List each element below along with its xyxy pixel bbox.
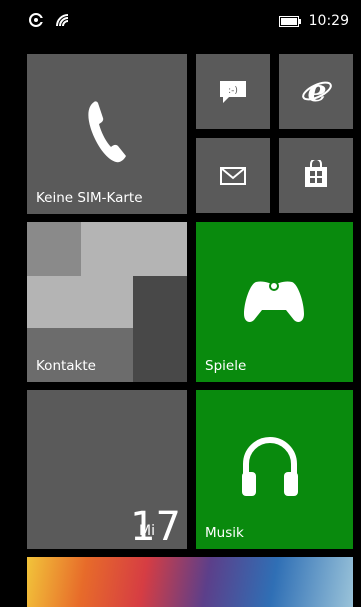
svg-text::-): :-) [228, 86, 238, 96]
status-bar: 10:29 [0, 0, 361, 44]
games-tile-label: Spiele [205, 358, 247, 374]
messaging-icon: :-) [220, 81, 246, 103]
contacts-tile-label: Kontakte [36, 358, 96, 374]
internet-explorer-icon: e [302, 76, 332, 106]
phone-tile-label: Keine SIM-Karte [36, 190, 143, 206]
internet-explorer-tile[interactable]: e [279, 54, 353, 129]
battery-icon [278, 15, 301, 27]
headphones-icon [242, 437, 298, 496]
contact-photo-block [27, 222, 81, 276]
signal-icon [29, 13, 44, 27]
phone-icon [88, 101, 126, 163]
xbox-controller-icon [244, 281, 304, 322]
store-tile[interactable] [279, 138, 353, 213]
contacts-tile[interactable]: Kontakte [27, 222, 187, 382]
calendar-date: 17 [130, 504, 181, 549]
wifi-icon [56, 14, 69, 27]
contact-photo-block [133, 276, 187, 382]
clock-time: 10:29 [308, 13, 349, 29]
mail-tile[interactable] [196, 138, 270, 213]
store-icon [305, 160, 327, 187]
mail-icon [220, 167, 246, 185]
contact-photo-block [27, 276, 133, 328]
svg-text:e: e [307, 76, 326, 106]
calendar-tile[interactable]: Mi 17 [27, 390, 187, 549]
games-tile[interactable]: Spiele [196, 222, 353, 382]
music-tile[interactable]: Musik [196, 390, 353, 549]
phone-tile[interactable]: Keine SIM-Karte [27, 54, 187, 214]
music-tile-label: Musik [205, 525, 244, 541]
photos-tile[interactable] [27, 557, 353, 607]
contact-photo-block [81, 222, 187, 276]
messaging-tile[interactable]: :-) [196, 54, 270, 129]
